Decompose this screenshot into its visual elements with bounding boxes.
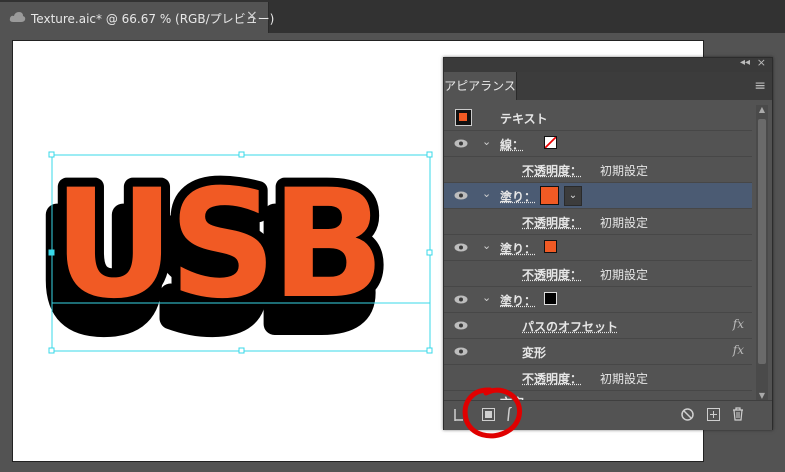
list-item-stroke[interactable]: ⌄ 線：	[444, 131, 752, 157]
text-label: テキスト	[500, 112, 548, 126]
list-item-text[interactable]: テキスト	[444, 105, 752, 131]
stroke-none-swatch[interactable]	[544, 136, 557, 149]
panel-bottom-toolbar	[444, 400, 772, 430]
opacity-label[interactable]: 不透明度：	[522, 162, 582, 179]
fill-color-swatch[interactable]	[540, 186, 559, 205]
opacity-value: 初期設定	[600, 216, 649, 230]
offset-path-label[interactable]: パスのオフセット	[522, 318, 618, 335]
scroll-thumb[interactable]	[758, 119, 766, 364]
list-item-opacity[interactable]: 不透明度： 初期設定	[444, 157, 752, 183]
list-item-fill[interactable]: ⌄ 塗り：	[444, 287, 752, 313]
chevron-down-icon[interactable]: ⌄	[482, 239, 491, 252]
list-item-fill[interactable]: ⌄ 塗り：	[444, 235, 752, 261]
opacity-label[interactable]: 不透明度：	[522, 266, 582, 283]
swatch-dropdown-button[interactable]: ⌄	[564, 186, 582, 206]
new-art-maintains-appearance-icon[interactable]	[454, 409, 464, 421]
list-item-transform[interactable]: 変形 fx	[444, 339, 752, 365]
eye-icon[interactable]	[454, 347, 468, 356]
document-tab-title: Texture.aic* @ 66.67 % (RGB/プレビュー)	[31, 12, 275, 26]
chevron-down-icon[interactable]: ⌄	[482, 187, 491, 200]
fill-color-swatch[interactable]	[544, 240, 557, 253]
tab-appearance[interactable]: アピアランス	[444, 72, 517, 100]
fill-label[interactable]: 塗り：	[500, 240, 536, 257]
fill-label[interactable]: 塗り：	[500, 188, 536, 205]
opacity-value: 初期設定	[600, 372, 649, 386]
list-item-opacity[interactable]: 不透明度： 初期設定	[444, 261, 752, 287]
artwork-text: USB	[53, 158, 379, 332]
text-thumbnail-icon	[455, 109, 472, 126]
panel-header: ◂◂ ×	[444, 56, 772, 72]
eye-icon[interactable]	[454, 321, 468, 330]
trash-icon[interactable]	[732, 407, 744, 421]
panel-scrollbar[interactable]: ▲ ▼	[756, 105, 768, 401]
document-tab-bar: Texture.aic* @ 66.67 % (RGB/プレビュー) ×	[0, 0, 785, 33]
close-panel-icon[interactable]: ×	[757, 56, 766, 69]
opacity-value: 初期設定	[600, 164, 649, 178]
eye-icon[interactable]	[454, 191, 468, 200]
eye-icon[interactable]	[454, 295, 468, 304]
fx-icon[interactable]: fx	[733, 343, 744, 357]
chevron-down-icon[interactable]: ⌄	[482, 291, 491, 304]
eye-icon[interactable]	[454, 139, 468, 148]
panel-tab-row: アピアランス ≡	[444, 72, 772, 100]
appearance-list: テキスト ⌄ 線： 不透明度： 初期設定 ⌄ 塗り： ⌄ 不透明度： 初期設定	[444, 105, 752, 410]
appearance-panel: ◂◂ × アピアランス ≡ テキスト ⌄ 線： 不透明度： 初期設定 ⌄ 塗り：…	[443, 56, 773, 430]
list-item-opacity[interactable]: 不透明度： 初期設定	[444, 365, 752, 391]
document-tab[interactable]: Texture.aic* @ 66.67 % (RGB/プレビュー) ×	[0, 2, 274, 33]
stroke-label[interactable]: 線：	[500, 136, 524, 153]
opacity-value: 初期設定	[600, 268, 649, 282]
opacity-label[interactable]: 不透明度：	[522, 214, 582, 231]
transform-label[interactable]: 変形	[522, 344, 546, 361]
opacity-label[interactable]: 不透明度：	[522, 370, 582, 387]
scroll-up-icon[interactable]: ▲	[756, 105, 768, 115]
cloud-icon	[9, 12, 26, 22]
list-item-offset-path[interactable]: パスのオフセット fx	[444, 313, 752, 339]
eye-icon[interactable]	[454, 243, 468, 252]
close-tab-icon[interactable]: ×	[246, 8, 258, 24]
collapse-panel-icon[interactable]: ◂◂	[740, 57, 750, 68]
panel-menu-icon[interactable]: ≡	[754, 78, 766, 94]
list-item-opacity[interactable]: 不透明度： 初期設定	[444, 209, 752, 235]
add-new-effect-icon[interactable]	[506, 407, 514, 421]
fx-icon[interactable]: fx	[733, 317, 744, 331]
chevron-down-icon[interactable]: ⌄	[482, 135, 491, 148]
list-item-fill-selected[interactable]: ⌄ 塗り： ⌄	[444, 183, 752, 209]
clear-appearance-icon[interactable]	[681, 408, 694, 421]
fill-label[interactable]: 塗り：	[500, 292, 536, 309]
fill-color-swatch[interactable]	[544, 292, 557, 305]
add-new-stroke-icon[interactable]	[482, 408, 495, 421]
duplicate-item-icon[interactable]	[707, 408, 720, 421]
